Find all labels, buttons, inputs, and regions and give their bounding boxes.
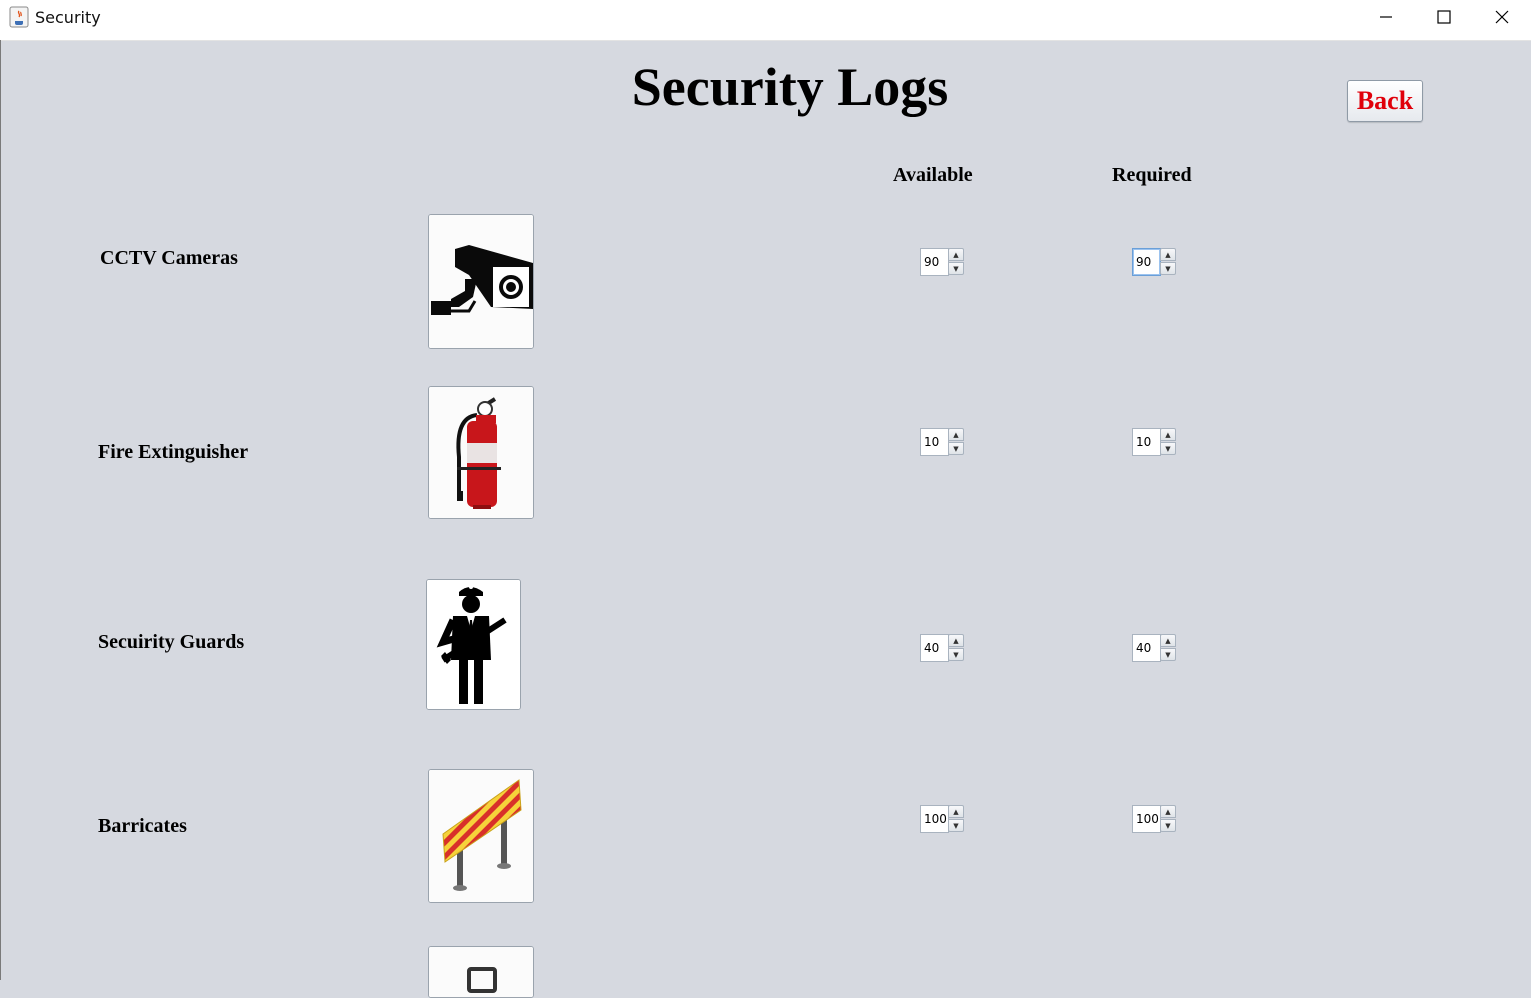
available-column-header: Available xyxy=(893,164,973,186)
spinner-up-arrow-icon[interactable]: ▲ xyxy=(1160,428,1176,441)
security-guards-required-field[interactable]: 40 xyxy=(1132,634,1161,662)
spinner-up-arrow-icon[interactable]: ▲ xyxy=(948,805,964,818)
security-guards-available-field[interactable]: 40 xyxy=(920,634,949,662)
spinner-up-arrow-icon[interactable]: ▲ xyxy=(1160,805,1176,818)
spinner-up-arrow-icon[interactable]: ▲ xyxy=(948,428,964,441)
maximize-icon xyxy=(1437,10,1451,24)
barricades-available-spinner[interactable]: 100 ▲ ▼ xyxy=(920,805,964,833)
fire-extinguisher-required-spinner[interactable]: 10 ▲ ▼ xyxy=(1132,428,1176,456)
fire-extinguisher-required-field[interactable]: 10 xyxy=(1132,428,1161,456)
spinner-down-arrow-icon[interactable]: ▼ xyxy=(948,819,964,832)
minimize-icon xyxy=(1380,16,1392,18)
fire-extinguisher-available-spinner[interactable]: 10 ▲ ▼ xyxy=(920,428,964,456)
cctv-available-field[interactable]: 90 xyxy=(920,248,949,276)
window-title: Security xyxy=(35,8,101,27)
spinner-down-arrow-icon[interactable]: ▼ xyxy=(1160,442,1176,455)
minimize-button[interactable] xyxy=(1357,0,1415,34)
spinner-down-arrow-icon[interactable]: ▼ xyxy=(948,648,964,661)
barricade-image-button[interactable] xyxy=(428,769,534,903)
item-label-security-guards: Secuirity Guards xyxy=(98,631,245,653)
item-label-barricades: Barricates xyxy=(98,815,187,837)
window-titlebar: Security xyxy=(0,0,1531,41)
security-guard-icon xyxy=(427,580,520,709)
security-guards-required-spinner[interactable]: 40 ▲ ▼ xyxy=(1132,634,1176,662)
java-app-icon xyxy=(9,6,29,28)
security-guards-available-spinner[interactable]: 40 ▲ ▼ xyxy=(920,634,964,662)
spinner-up-arrow-icon[interactable]: ▲ xyxy=(1160,248,1176,261)
spinner-down-arrow-icon[interactable]: ▼ xyxy=(1160,819,1176,832)
cctv-image-button[interactable] xyxy=(428,214,534,349)
barricade-icon xyxy=(429,770,533,902)
fire-extinguisher-image-button[interactable] xyxy=(428,386,534,519)
spinner-down-arrow-icon[interactable]: ▼ xyxy=(1160,262,1176,275)
spinner-up-arrow-icon[interactable]: ▲ xyxy=(948,634,964,647)
fire-extinguisher-available-field[interactable]: 10 xyxy=(920,428,949,456)
page-title: Security Logs xyxy=(631,57,949,117)
spinner-up-arrow-icon[interactable]: ▲ xyxy=(1160,634,1176,647)
item-label-cctv: CCTV Cameras xyxy=(100,247,238,269)
cctv-camera-icon xyxy=(429,215,533,348)
barricades-required-spinner[interactable]: 100 ▲ ▼ xyxy=(1132,805,1176,833)
close-button[interactable] xyxy=(1473,0,1531,34)
fire-extinguisher-icon xyxy=(429,387,533,518)
partial-item-image-button[interactable] xyxy=(428,946,534,998)
back-button[interactable]: Back xyxy=(1347,80,1423,122)
cctv-available-spinner[interactable]: 90 ▲ ▼ xyxy=(920,248,964,276)
barricades-required-field[interactable]: 100 xyxy=(1132,805,1161,833)
maximize-button[interactable] xyxy=(1415,0,1473,34)
spinner-down-arrow-icon[interactable]: ▼ xyxy=(948,442,964,455)
cctv-required-spinner[interactable]: 90 ▲ ▼ xyxy=(1132,248,1176,276)
spinner-down-arrow-icon[interactable]: ▼ xyxy=(948,262,964,275)
close-icon xyxy=(1495,10,1509,24)
item-label-fire-extinguisher: Fire Extinguisher xyxy=(98,441,249,463)
spinner-up-arrow-icon[interactable]: ▲ xyxy=(948,248,964,261)
barricades-available-field[interactable]: 100 xyxy=(920,805,949,833)
cctv-required-field[interactable]: 90 xyxy=(1132,248,1161,276)
spinner-down-arrow-icon[interactable]: ▼ xyxy=(1160,648,1176,661)
partial-item-icon xyxy=(429,947,533,997)
security-guard-image-button[interactable] xyxy=(426,579,521,710)
required-column-header: Required xyxy=(1112,164,1192,186)
window-border xyxy=(0,40,1,980)
